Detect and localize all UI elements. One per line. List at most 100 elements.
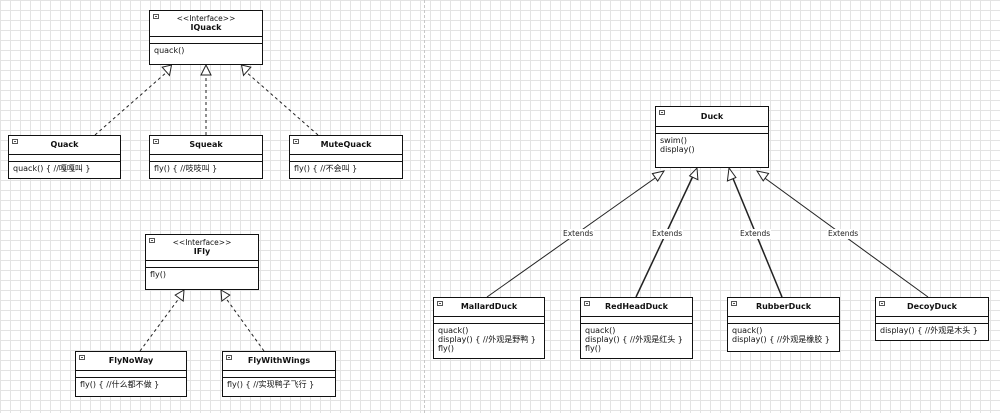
collapse-toggle-icon[interactable] — [226, 355, 232, 360]
class-box-flynoway[interactable]: FlyNoWay fly() { //什么都不做 } — [75, 351, 187, 397]
edge-label-extends-redheadduck: Extends — [651, 229, 684, 239]
attributes-compartment — [290, 155, 402, 162]
class-name: IFly — [193, 247, 211, 256]
class-name: RedHeadDuck — [605, 302, 668, 311]
attributes-compartment — [150, 37, 262, 44]
collapse-toggle-icon[interactable] — [12, 139, 18, 144]
class-name: FlyWithWings — [247, 356, 311, 365]
class-box-ifly[interactable]: <<Interface>> IFly fly() — [145, 234, 259, 290]
collapse-toggle-icon[interactable] — [584, 301, 590, 306]
class-header: FlyNoWay — [76, 352, 186, 371]
collapse-toggle-icon[interactable] — [659, 110, 665, 115]
class-header: Squeak — [150, 136, 262, 155]
operations-compartment: quack() display() { //外观是野鸭 } fly() — [434, 324, 544, 355]
class-name: RubberDuck — [755, 302, 812, 311]
realization-flynoway-ifly — [139, 296, 181, 352]
arrowhead-rubberduck-duck — [726, 166, 737, 182]
operation: quack() — [154, 46, 185, 55]
operations-compartment: fly() { //什么都不做 } — [76, 378, 186, 391]
class-box-rubberduck[interactable]: RubberDuck quack() display() { //外观是橡胶 } — [727, 297, 840, 352]
operations-compartment: fly() — [146, 268, 258, 281]
class-box-flywithwings[interactable]: FlyWithWings fly() { //实现鸭子飞行 } — [222, 351, 336, 397]
operation: fly() — [150, 270, 167, 279]
operations-compartment: display() { //外观是木头 } — [876, 324, 988, 337]
operation: fly() { //实现鸭子飞行 } — [227, 380, 315, 389]
attributes-compartment — [876, 317, 988, 324]
operation: display() { //外观是木头 } — [880, 326, 978, 335]
class-header: MuteQuack — [290, 136, 402, 155]
collapse-toggle-icon[interactable] — [79, 355, 85, 360]
attributes-compartment — [728, 317, 839, 324]
class-box-mallardduck[interactable]: MallardDuck quack() display() { //外观是野鸭 … — [433, 297, 545, 359]
realization-quack-iquack — [94, 70, 169, 136]
class-header: <<Interface>> IFly — [146, 235, 258, 261]
realization-flywithwings-ifly — [224, 296, 265, 352]
operation: quack() — [732, 326, 763, 335]
class-box-mutequack[interactable]: MuteQuack fly() { //不会叫 } — [289, 135, 403, 179]
arrowhead-mallardduck-duck — [651, 170, 666, 183]
class-box-iquack[interactable]: <<Interface>> IQuack quack() — [149, 10, 263, 65]
operations-compartment: swim() display() — [656, 134, 768, 156]
operations-compartment: quack() display() { //外观是橡胶 } — [728, 324, 839, 346]
operation: quack() — [438, 326, 469, 335]
collapse-toggle-icon[interactable] — [731, 301, 737, 306]
attributes-compartment — [656, 127, 768, 134]
collapse-toggle-icon[interactable] — [153, 14, 159, 19]
class-header: MallardDuck — [434, 298, 544, 317]
operations-compartment: fly() { //不会叫 } — [290, 162, 402, 175]
class-box-quack[interactable]: Quack quack() { //嘎嘎叫 } — [8, 135, 121, 179]
operation: display() — [660, 145, 695, 154]
class-name: IQuack — [190, 23, 222, 32]
collapse-toggle-icon[interactable] — [879, 301, 885, 306]
collapse-toggle-icon[interactable] — [437, 301, 443, 306]
operations-compartment: quack() display() { //外观是红头 } fly() — [581, 324, 692, 355]
operation: fly() — [438, 344, 455, 353]
class-header: Quack — [9, 136, 120, 155]
edge-label-extends-rubberduck: Extends — [739, 229, 772, 239]
arrowhead-mutequack-iquack — [240, 64, 252, 77]
operations-compartment: quack() { //嘎嘎叫 } — [9, 162, 120, 175]
class-box-squeak[interactable]: Squeak fly() { //吱吱叫 } — [149, 135, 263, 179]
class-name: MallardDuck — [460, 302, 518, 311]
edge-label-extends-mallardduck: Extends — [562, 229, 595, 239]
class-name: Quack — [50, 140, 79, 149]
class-header: FlyWithWings — [223, 352, 335, 371]
class-header: RedHeadDuck — [581, 298, 692, 317]
attributes-compartment — [434, 317, 544, 324]
operations-compartment: fly() { //吱吱叫 } — [150, 162, 262, 175]
collapse-toggle-icon[interactable] — [293, 139, 299, 144]
operation: display() { //外观是橡胶 } — [732, 335, 830, 344]
class-name: Duck — [700, 111, 724, 121]
class-name: DecoyDuck — [907, 302, 957, 311]
class-name: FlyNoWay — [108, 356, 154, 365]
class-box-redheadduck[interactable]: RedHeadDuck quack() display() { //外观是红头 … — [580, 297, 693, 359]
attributes-compartment — [76, 371, 186, 378]
stereotype-label: <<Interface>> — [176, 14, 236, 23]
operation: quack() — [585, 326, 616, 335]
arrowhead-squeak-iquack — [200, 63, 212, 76]
class-name: MuteQuack — [320, 140, 372, 149]
operations-compartment: fly() { //实现鸭子飞行 } — [223, 378, 335, 391]
class-box-duck[interactable]: Duck swim() display() — [655, 106, 769, 168]
attributes-compartment — [146, 261, 258, 268]
attributes-compartment — [150, 155, 262, 162]
operation: fly() — [585, 344, 602, 353]
arrowhead-flywithwings-ifly — [220, 289, 231, 303]
realization-mutequack-iquack — [244, 70, 319, 136]
collapse-toggle-icon[interactable] — [153, 139, 159, 144]
arrowhead-flynoway-ifly — [174, 289, 185, 303]
edge-label-extends-decoyduck: Extends — [827, 229, 860, 239]
class-header: DecoyDuck — [876, 298, 988, 317]
operations-compartment: quack() — [150, 44, 262, 57]
arrowhead-quack-iquack — [161, 64, 173, 77]
operation: display() { //外观是野鸭 } — [438, 335, 536, 344]
collapse-toggle-icon[interactable] — [149, 238, 155, 243]
stereotype-label: <<Interface>> — [172, 238, 232, 247]
class-box-decoyduck[interactable]: DecoyDuck display() { //外观是木头 } — [875, 297, 989, 341]
operation: fly() { //吱吱叫 } — [154, 164, 218, 173]
class-header: <<Interface>> IQuack — [150, 11, 262, 37]
class-header: Duck — [656, 107, 768, 127]
operation: swim() — [660, 136, 687, 145]
attributes-compartment — [9, 155, 120, 162]
class-name: Squeak — [189, 140, 223, 149]
